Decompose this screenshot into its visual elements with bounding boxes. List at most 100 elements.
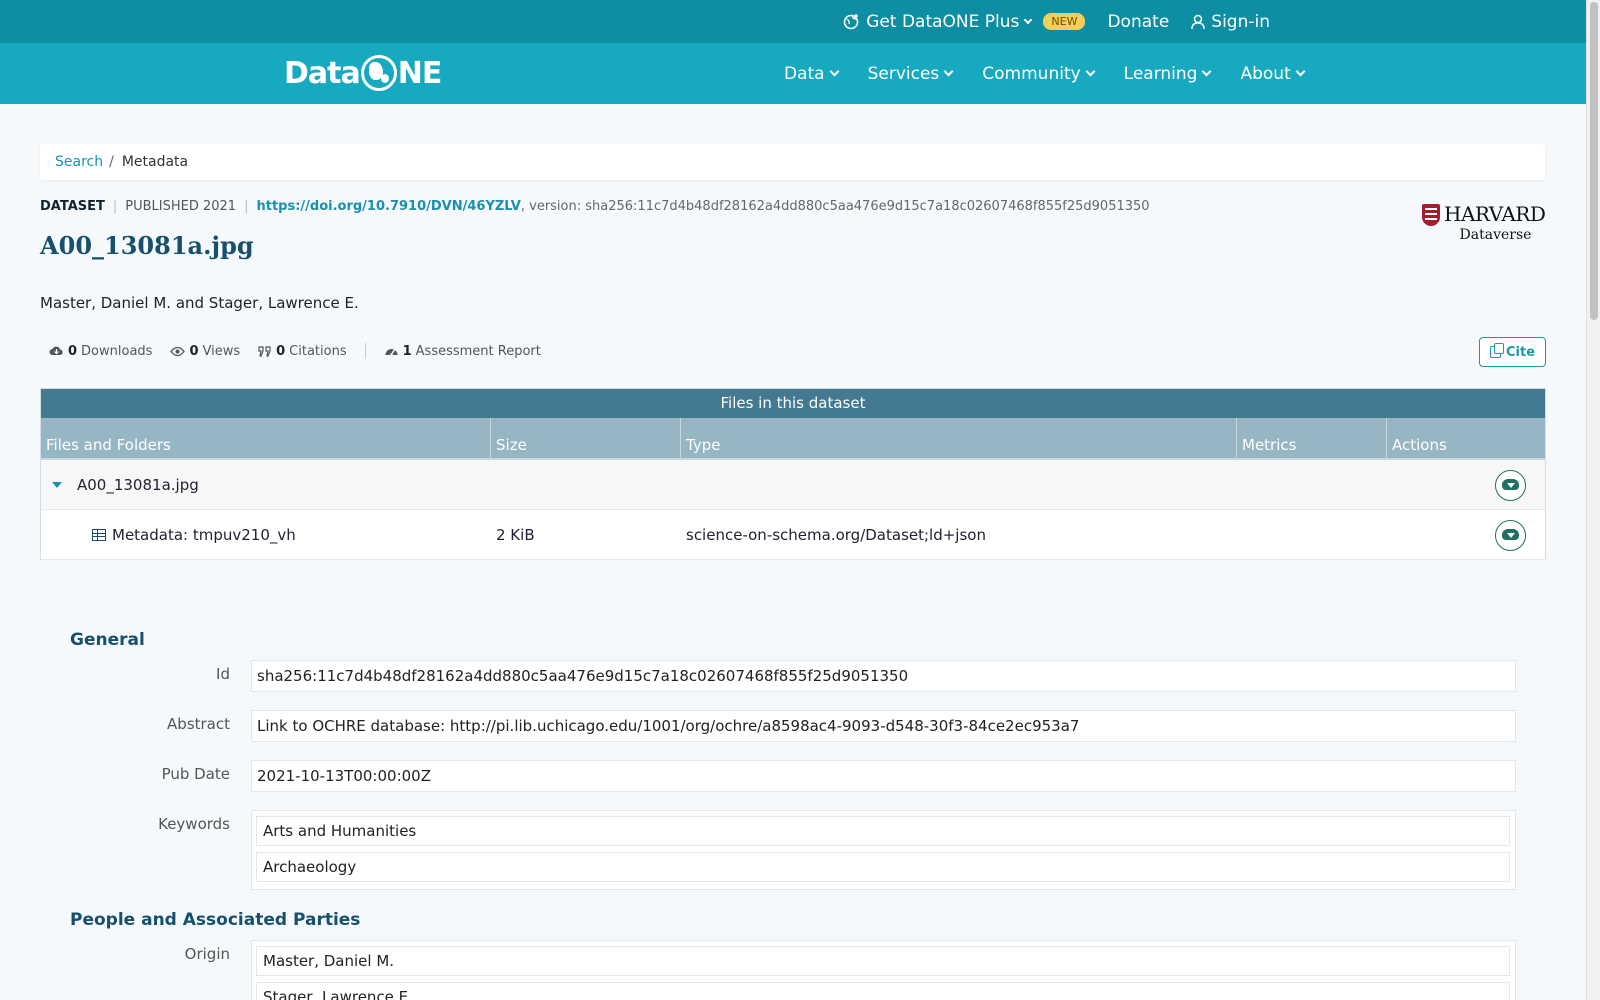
dataset-meta-line: DATASET | PUBLISHED 2021 | https://doi.o… <box>40 199 1150 214</box>
pub-date-value: 2021-10-13T00:00:00Z <box>251 760 1516 792</box>
breadcrumb-current: Metadata <box>121 154 189 170</box>
breadcrumb-separator: / <box>109 154 114 170</box>
nav-item-learning[interactable]: Learning <box>1123 63 1212 84</box>
main-nav: Data NE Data Services Community Learning… <box>0 43 1586 104</box>
logo-text-left: Data <box>284 55 361 91</box>
chevron-down-icon <box>1024 15 1033 24</box>
citations-metric[interactable]: 0 Citations <box>258 343 347 359</box>
assessment-count: 1 <box>402 343 412 359</box>
cloud-download-icon <box>49 346 63 355</box>
page-scrollbar[interactable] <box>1586 0 1600 1000</box>
sign-in-link[interactable]: Sign-in <box>1191 12 1270 32</box>
file-size: 2 KiB <box>496 525 535 544</box>
citations-count: 0 <box>276 343 286 359</box>
nav-menu: Data Services Community Learning About <box>784 43 1306 104</box>
column-header-type: Type <box>681 418 1237 460</box>
new-badge: NEW <box>1043 13 1086 30</box>
quote-icon <box>258 345 271 357</box>
chevron-down-icon <box>943 66 954 77</box>
file-name-cell: Metadata: tmpuv210_vh <box>41 526 491 544</box>
donate-link[interactable]: Donate <box>1107 12 1169 32</box>
views-label: Views <box>202 343 241 359</box>
file-type: science-on-schema.org/Dataset;ld+json <box>686 525 986 544</box>
abstract-value: Link to OCHRE database: http://pi.lib.uc… <box>251 710 1516 742</box>
donate-label: Donate <box>1107 11 1170 32</box>
citations-label: Citations <box>289 343 347 359</box>
dataset-type-tag: DATASET <box>40 199 105 214</box>
dataset-title: A00_13081a.jpg <box>40 231 254 260</box>
nav-item-label: Learning <box>1123 63 1198 84</box>
chevron-down-icon <box>1295 66 1306 77</box>
download-package-button[interactable] <box>1495 470 1526 501</box>
nav-item-label: Data <box>784 63 825 84</box>
origin-item: Master, Daniel M. <box>256 946 1510 976</box>
user-icon <box>1191 14 1206 29</box>
dataone-logo[interactable]: Data NE <box>284 53 443 93</box>
harvard-shield-icon <box>1422 204 1440 226</box>
nav-item-data[interactable]: Data <box>784 63 840 84</box>
files-table: Files in this dataset Files and Folders … <box>40 388 1546 560</box>
copy-icon <box>1489 343 1504 358</box>
origin-label: Origin <box>184 945 230 963</box>
column-header-actions: Actions <box>1392 436 1447 454</box>
assessment-label: Assessment Report <box>415 343 541 359</box>
file-name[interactable]: Metadata: tmpuv210_vh <box>112 526 296 544</box>
column-header-metrics: Metrics <box>1237 418 1387 460</box>
chevron-down-icon <box>829 66 840 77</box>
published-year: PUBLISHED 2021 <box>125 199 237 214</box>
globe-icon <box>360 55 397 91</box>
id-label: Id <box>216 665 230 683</box>
nav-item-services[interactable]: Services <box>867 63 954 84</box>
downloads-count: 0 <box>68 343 78 359</box>
breadcrumb-search-link[interactable]: Search <box>55 154 103 170</box>
dataset-authors: Master, Daniel M. and Stager, Lawrence E… <box>40 294 359 312</box>
package-name: A00_13081a.jpg <box>77 475 199 494</box>
globe-plus-icon <box>843 14 859 30</box>
views-count: 0 <box>189 343 199 359</box>
get-dataone-plus-menu[interactable]: Get DataONE Plus NEW <box>843 11 1086 32</box>
eye-icon <box>170 346 186 356</box>
views-metric[interactable]: 0 Views <box>170 344 240 359</box>
table-icon <box>92 528 106 541</box>
logo-text-right: NE <box>397 55 443 91</box>
section-general-heading: General <box>70 630 145 650</box>
keyword-item: Archaeology <box>256 852 1510 882</box>
abstract-label: Abstract <box>167 715 230 733</box>
nav-item-label: Community <box>982 63 1081 84</box>
keyword-item: Arts and Humanities <box>256 816 1510 846</box>
keywords-list: Arts and Humanities Archaeology <box>251 810 1516 890</box>
assessment-metric[interactable]: 1 Assessment Report <box>384 344 541 359</box>
get-dataone-plus-label: Get DataONE Plus <box>866 11 1020 32</box>
keywords-label: Keywords <box>158 815 230 833</box>
nav-item-community[interactable]: Community <box>982 63 1096 84</box>
files-table-columns: Files and Folders Size Type Metrics Acti… <box>41 418 1545 460</box>
nav-item-label: About <box>1240 63 1291 84</box>
top-bar-links: Get DataONE Plus NEW Donate Sign-in <box>843 0 1270 43</box>
downloads-metric[interactable]: 0 Downloads <box>49 344 152 359</box>
scrollbar-thumb[interactable] <box>1590 2 1598 320</box>
dataset-metrics: 0 Downloads 0 Views 0 Citations 1 Assess… <box>49 343 559 359</box>
section-people-heading: People and Associated Parties <box>70 910 361 930</box>
nav-item-label: Services <box>867 63 940 84</box>
table-row[interactable]: Metadata: tmpuv210_vh 2 KiB science-on-s… <box>41 510 1545 560</box>
caret-down-icon[interactable] <box>52 481 62 488</box>
pub-date-label: Pub Date <box>161 765 230 783</box>
repository-subname: Dataverse <box>1459 227 1532 243</box>
cite-label: Cite <box>1505 344 1536 360</box>
column-header-files: Files and Folders <box>41 418 491 460</box>
chevron-down-icon <box>1085 66 1096 77</box>
top-bar: Get DataONE Plus NEW Donate Sign-in <box>0 0 1586 43</box>
download-file-button[interactable] <box>1495 520 1526 551</box>
files-table-heading: Files in this dataset <box>41 389 1545 418</box>
cite-button[interactable]: Cite <box>1479 337 1546 367</box>
breadcrumb: Search / Metadata <box>40 144 1545 180</box>
repository-logo[interactable]: HARVARD Dataverse <box>1422 202 1547 246</box>
downloads-label: Downloads <box>81 343 153 359</box>
doi-link[interactable]: https://doi.org/10.7910/DVN/46YZLV <box>256 199 520 214</box>
sign-in-label: Sign-in <box>1211 11 1270 32</box>
nav-item-about[interactable]: About <box>1240 63 1306 84</box>
divider <box>364 343 366 359</box>
id-value: sha256:11c7d4b48df28162a4dd880c5aa476e9d… <box>251 660 1516 692</box>
package-row[interactable]: A00_13081a.jpg <box>41 460 1545 510</box>
origin-list: Master, Daniel M. Stager, Lawrence E. <box>251 940 1516 1000</box>
